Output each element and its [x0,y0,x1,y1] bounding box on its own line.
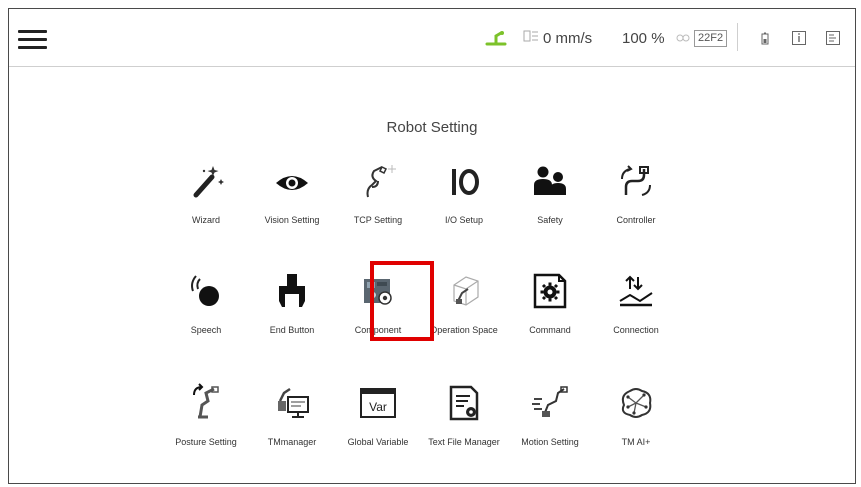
var-icon: Var [358,383,398,423]
tcp-setting-button[interactable]: TCP Setting [335,151,421,241]
tmmanager-button[interactable]: TMmanager [249,373,335,463]
safety-button[interactable]: Safety [507,151,593,241]
project-badge-label: 22F2 [694,29,728,47]
eye-icon [272,161,312,201]
hamburger-menu-icon[interactable] [18,30,47,50]
speech-icon [186,271,226,311]
connection-label: Connection [613,325,659,335]
safety-people-icon [530,161,570,201]
component-highlight-box [370,261,434,341]
top-bar: 0 mm/s 100 % 22F2 [9,9,855,67]
controller-label: Controller [616,215,656,225]
text-file-manager-button[interactable]: Text File Manager [421,373,507,463]
connection-icon [616,271,656,311]
speed-percent: 100 % [622,29,665,47]
end-button-button[interactable]: End Button [249,261,335,351]
page-title: Robot Setting [386,119,478,136]
tmmanager-icon [272,383,312,423]
io-icon [444,161,484,201]
tcp-robot-arm-icon [358,161,398,201]
controller-arm-icon [616,161,656,201]
log-panel-icon[interactable] [825,30,841,46]
wizard-wand-icon [186,161,226,201]
wizard-button[interactable]: Wizard [163,151,249,241]
speech-button[interactable]: Speech [163,261,249,351]
io-setup-button[interactable]: I/O Setup [421,151,507,241]
posture-setting-button[interactable]: Posture Setting [163,373,249,463]
global-variable-button[interactable]: Var Global Variable [335,373,421,463]
command-button[interactable]: Command [507,261,593,351]
motion-setting-button[interactable]: Motion Setting [507,373,593,463]
command-gear-icon [530,271,570,311]
speed-value: 0 mm/s [543,29,593,47]
connection-button[interactable]: Connection [593,261,679,351]
posture-icon [186,383,226,423]
tm-ai-plus-button[interactable]: TM AI+ [593,373,679,463]
tm-ai-plus-label: TM AI+ [621,437,651,447]
svg-text:Var: Var [369,400,387,414]
link-status-icon [676,9,690,67]
speed-readout: 0 mm/s [523,9,592,67]
operation-space-icon [444,271,484,311]
ai-brain-icon [616,383,656,423]
motion-icon [530,383,570,423]
controller-button[interactable]: Controller [593,151,679,241]
project-badge[interactable]: 22F2 [694,9,728,67]
speed-icon [523,29,539,47]
gripper-icon [272,271,312,311]
app-window: 0 mm/s 100 % 22F2 Robot Setting Wizard V… [8,8,856,484]
info-icon[interactable] [791,30,807,46]
robot-status-icon[interactable] [485,9,507,67]
battery-icon[interactable] [757,30,773,46]
text-file-icon [444,383,484,423]
topbar-divider [737,23,738,51]
vision-setting-button[interactable]: Vision Setting [249,151,335,241]
